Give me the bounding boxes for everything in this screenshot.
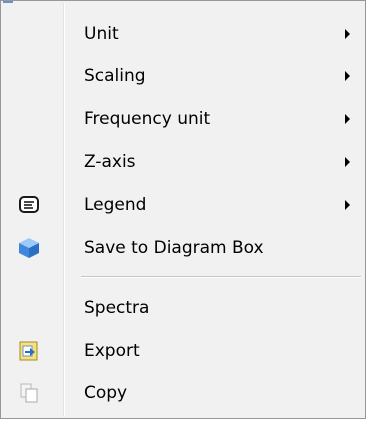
menu-item-copy[interactable]: Copy — [3, 373, 363, 413]
submenu-arrow-icon — [345, 29, 350, 39]
menu-item-spectra[interactable]: Spectra — [3, 288, 363, 328]
menu-item-unit[interactable]: Unit — [3, 14, 363, 54]
submenu-arrow-icon — [345, 200, 350, 210]
menu-item-scaling[interactable]: Scaling — [3, 56, 363, 96]
copy-icon — [18, 382, 40, 404]
menu-item-export[interactable]: Export — [3, 331, 363, 371]
cube-icon — [18, 237, 40, 259]
legend-icon — [18, 194, 40, 216]
menu-separator — [81, 276, 361, 278]
menu-item-label: Unit — [84, 24, 119, 44]
menu-item-label: Legend — [84, 195, 147, 215]
submenu-arrow-icon — [345, 114, 350, 124]
menu-item-label: Frequency unit — [84, 109, 211, 129]
menu-item-label: Copy — [84, 383, 128, 403]
menu-item-save-to-diagram-box[interactable]: Save to Diagram Box — [3, 228, 363, 268]
export-icon — [18, 340, 40, 362]
submenu-arrow-icon — [345, 157, 350, 167]
submenu-arrow-icon — [345, 71, 350, 81]
menu-item-label: Scaling — [84, 66, 146, 86]
menu-item-label: Export — [84, 341, 140, 361]
menu-item-legend[interactable]: Legend — [3, 185, 363, 225]
menu-item-z-axis[interactable]: Z-axis — [3, 142, 363, 182]
menu-item-label: Save to Diagram Box — [84, 238, 264, 258]
menu-item-label: Spectra — [84, 298, 150, 318]
menu-item-label: Z-axis — [84, 152, 136, 172]
menu-item-frequency-unit[interactable]: Frequency unit — [3, 99, 363, 139]
context-menu: Unit Scaling Frequency unit Z-axis Legen… — [0, 0, 366, 419]
